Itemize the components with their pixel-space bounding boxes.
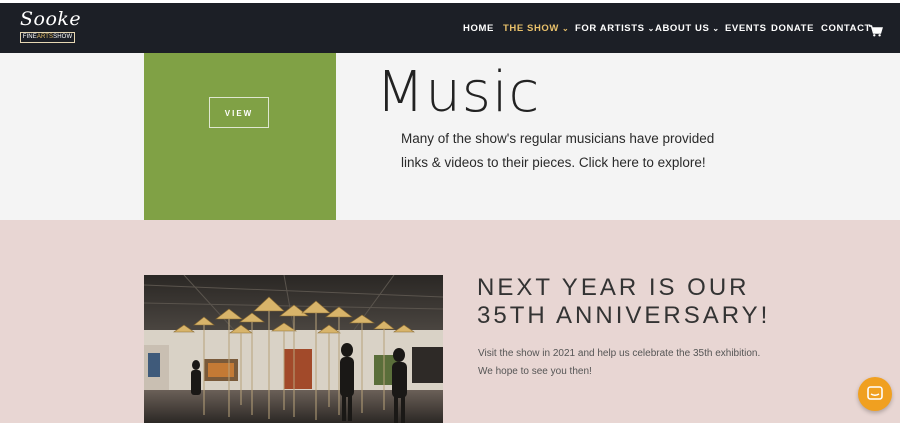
anniversary-heading: NEXT YEAR IS OUR 35TH ANNIVERSARY! bbox=[477, 274, 771, 329]
logo-script: Sooke bbox=[20, 8, 82, 30]
music-card bbox=[144, 53, 336, 220]
nav-the-show[interactable]: THE SHOW ⌄ bbox=[503, 23, 569, 34]
nav-home[interactable]: HOME bbox=[463, 23, 494, 34]
music-description[interactable]: Many of the show's regular musicians hav… bbox=[401, 127, 731, 175]
nav-events[interactable]: EVENTS bbox=[725, 23, 767, 34]
music-heading: Music bbox=[376, 60, 541, 125]
nav-contact[interactable]: CONTACT bbox=[821, 23, 871, 34]
nav-donate[interactable]: DONATE bbox=[771, 23, 814, 34]
nav-for-artists[interactable]: FOR ARTISTS ⌄ bbox=[575, 23, 655, 34]
chat-icon bbox=[867, 386, 883, 400]
nav-about-us[interactable]: ABOUT US ⌄ bbox=[655, 23, 720, 34]
exhibition-photo bbox=[144, 275, 443, 423]
view-button[interactable]: VIEW bbox=[209, 97, 269, 128]
site-logo[interactable]: Sooke FINEARTSSHOW bbox=[20, 8, 81, 44]
shopping-cart-icon[interactable] bbox=[869, 24, 883, 37]
chevron-down-icon: ⌄ bbox=[562, 24, 570, 33]
site-header: Sooke FINEARTSSHOW HOME THE SHOW ⌄ FOR AR… bbox=[0, 3, 900, 53]
chevron-down-icon: ⌄ bbox=[712, 24, 720, 33]
anniversary-description: Visit the show in 2021 and help us celeb… bbox=[478, 348, 761, 377]
logo-wordmark: FINEARTSSHOW bbox=[20, 32, 75, 43]
chat-launcher-button[interactable] bbox=[858, 377, 892, 411]
chevron-down-icon: ⌄ bbox=[647, 24, 655, 33]
